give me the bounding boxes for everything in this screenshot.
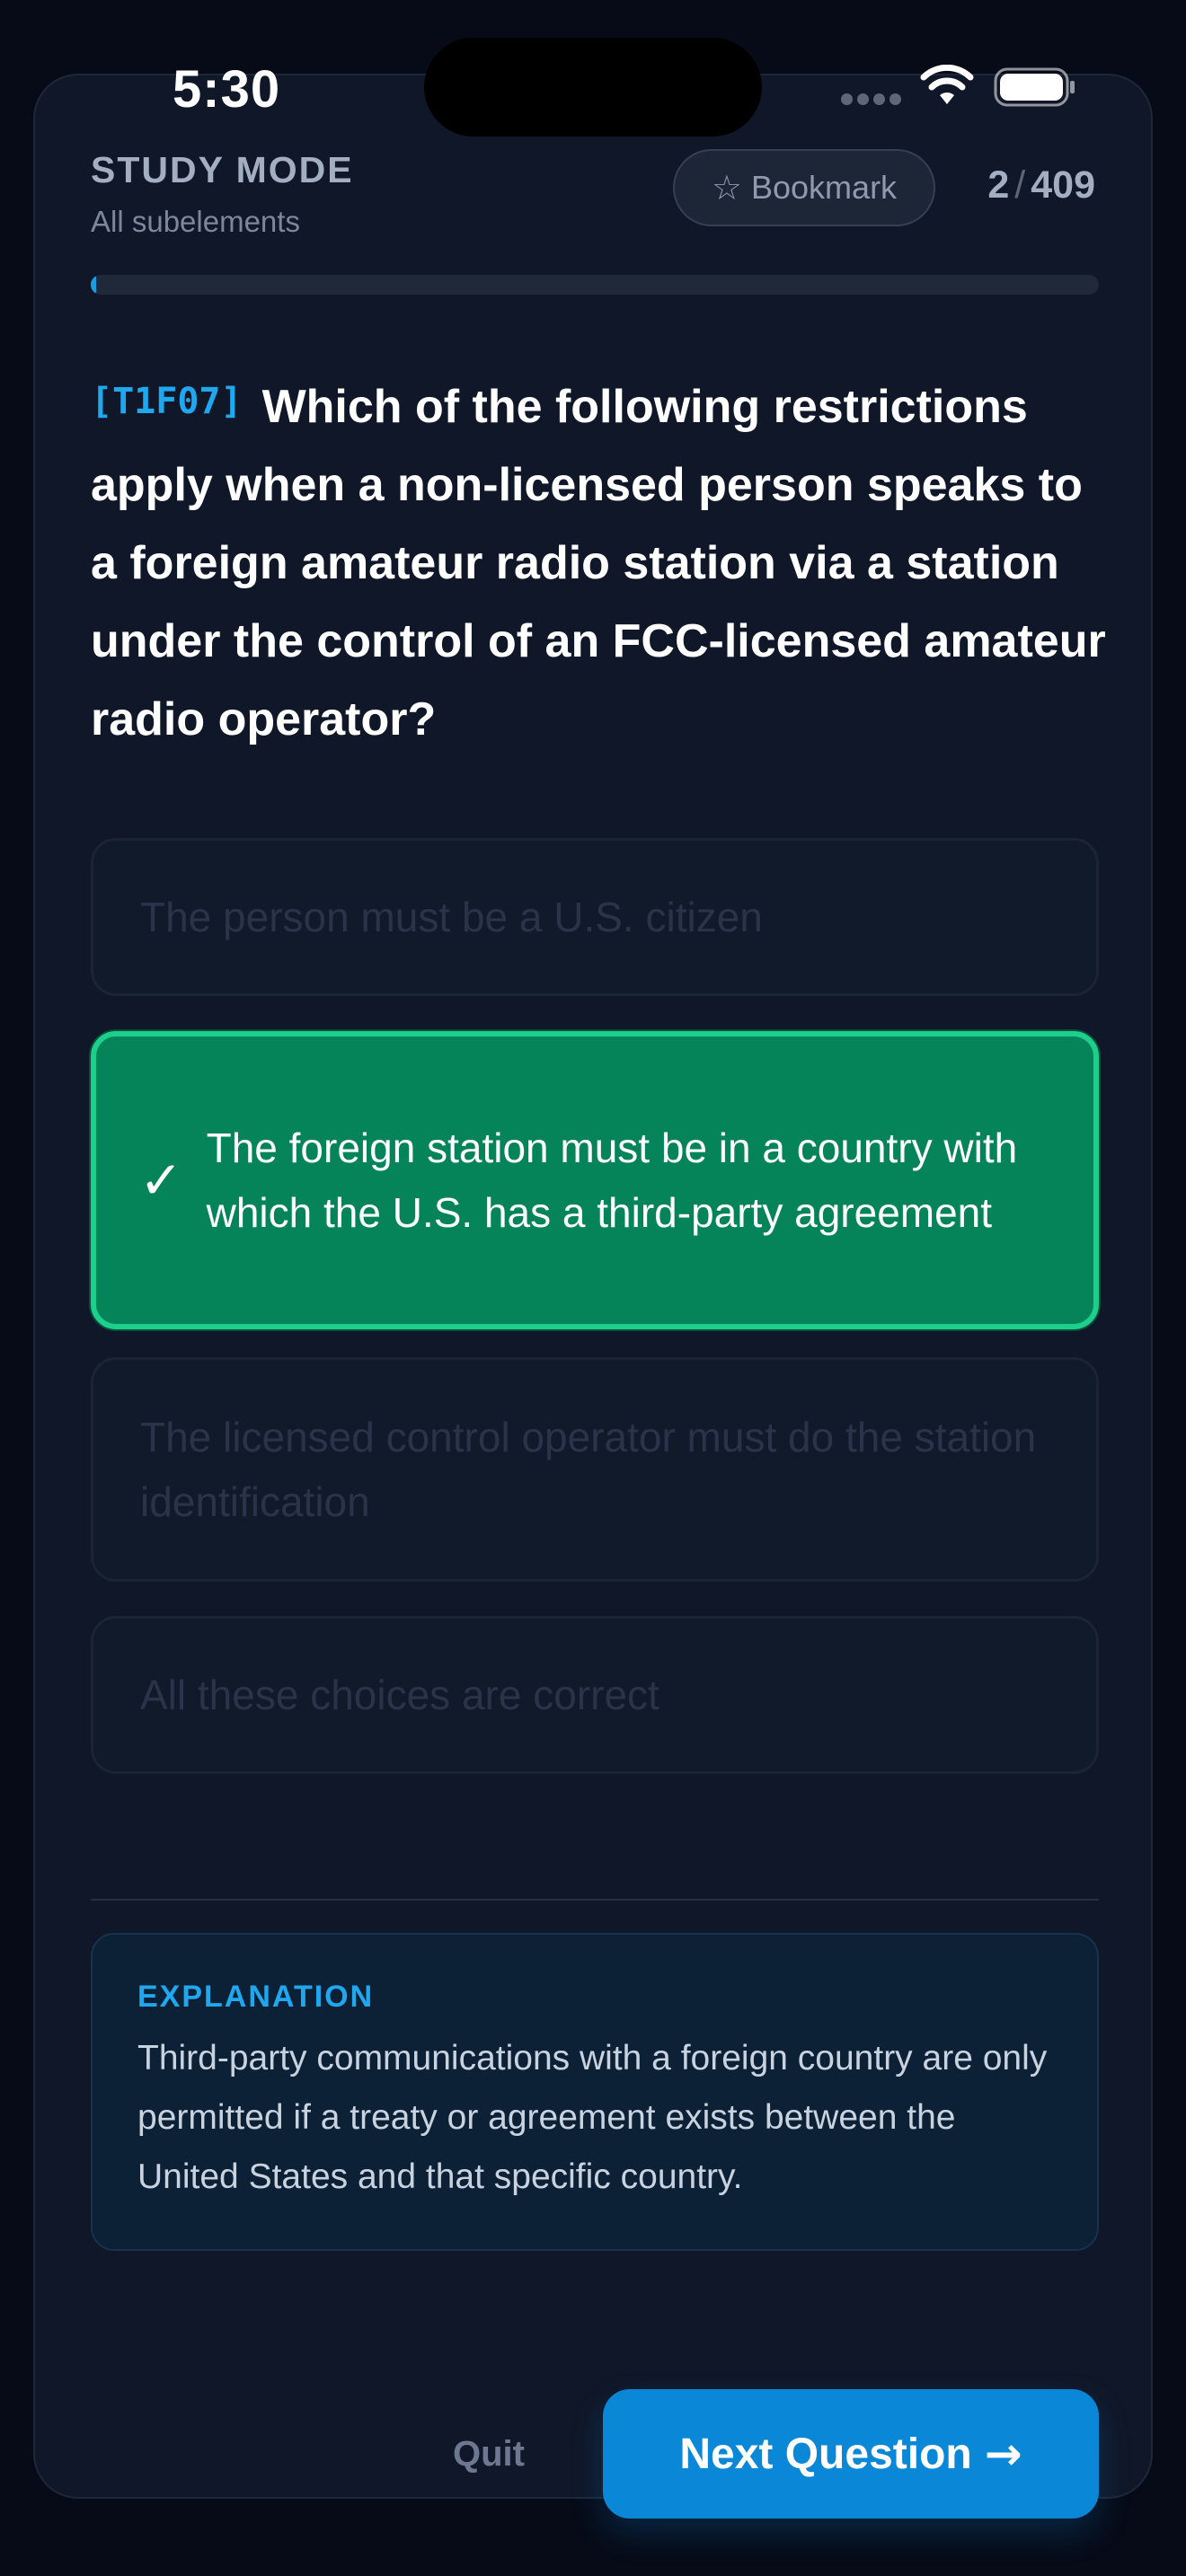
- quit-button[interactable]: Quit: [394, 2389, 583, 2519]
- explanation-label: EXPLANATION: [137, 1980, 375, 2014]
- explanation-text: Third-party communications with a foreig…: [137, 2039, 1048, 2196]
- divider: [91, 1899, 1099, 1901]
- answer-text: All these choices are correct: [140, 1672, 659, 1718]
- explanation-box: EXPLANATION Third-party communications w…: [91, 1933, 1099, 2251]
- status-time: 5:30: [173, 60, 281, 119]
- question-card: STUDY MODE All subelements ☆ Bookmark 2/…: [33, 74, 1153, 2519]
- progress-fill: [91, 275, 96, 295]
- answer-option-a[interactable]: The person must be a U.S. citizen: [91, 838, 1099, 996]
- next-question-button[interactable]: Next Question →: [603, 2389, 1099, 2519]
- question: [T1F07] Which of the following restrictio…: [91, 363, 1106, 759]
- question-code: [T1F07]: [91, 381, 243, 422]
- arrow-right-icon: →: [984, 2428, 1022, 2480]
- dynamic-island: [424, 38, 762, 137]
- answer-option-c[interactable]: The licensed control operator must do th…: [91, 1357, 1099, 1582]
- cellular-signal-icon: [841, 93, 902, 106]
- wifi-icon: [920, 65, 974, 104]
- battery-icon: [994, 67, 1075, 107]
- answer-text: The person must be a U.S. citizen: [140, 894, 763, 940]
- mode-subtitle: All subelements: [91, 205, 300, 238]
- question-text: Which of the following restrictions appl…: [91, 381, 1106, 745]
- answer-option-d[interactable]: All these choices are correct: [91, 1616, 1099, 1774]
- checkmark-icon: ✓: [139, 1150, 183, 1211]
- next-question-label: Next Question: [679, 2430, 972, 2478]
- progress-bar: [91, 275, 1099, 295]
- status-bar: 5:30: [0, 0, 1186, 180]
- answer-text: The licensed control operator must do th…: [140, 1414, 1037, 1525]
- answer-option-b-correct[interactable]: ✓ The foreign station must be in a count…: [91, 1031, 1099, 1329]
- answer-text: The foreign station must be in a country…: [206, 1125, 1018, 1236]
